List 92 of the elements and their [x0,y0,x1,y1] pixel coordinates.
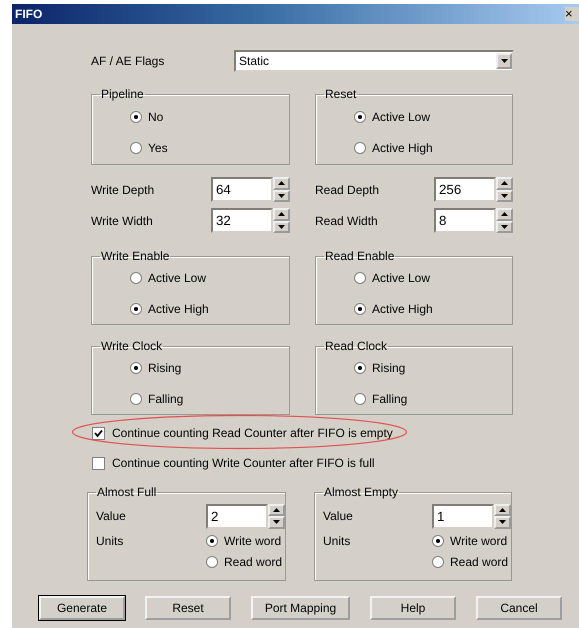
radio-label: Active High [372,302,433,316]
dropdown-arrow-icon [500,59,508,63]
dialog-button[interactable]: Help [370,596,456,620]
radio-label: Write word [224,534,282,548]
radio-button[interactable] [354,142,366,154]
spin-down-button[interactable] [268,516,285,529]
group-title: Write Clock [100,339,164,353]
group-title: Read Enable [324,249,396,263]
number-field[interactable]: 64 [211,177,273,202]
radio-button[interactable] [130,362,142,374]
radio-label: Yes [148,141,168,156]
radio-label: Read word [224,555,282,570]
radio-button[interactable] [130,110,142,123]
field-label: Value [323,509,354,524]
radio-button[interactable] [432,534,444,547]
radio-button[interactable] [354,362,366,374]
number-field[interactable]: 2 [206,504,268,529]
radio-button[interactable] [130,302,142,315]
spin-down-button[interactable] [496,190,513,202]
field-label: Read Width [315,214,379,228]
radio-label: Active High [372,141,433,156]
radio-label: No [148,110,164,124]
number-field[interactable]: 1 [432,504,494,529]
radio-button[interactable] [206,556,218,568]
spin-down-button[interactable] [494,516,511,529]
number-field[interactable]: 32 [211,208,273,233]
spin-up-button[interactable] [268,504,285,516]
field-label: Write Width [91,214,154,228]
radio-label: Active Low [372,271,430,286]
radio-label: Rising [148,361,182,376]
field-label: Value [96,509,127,524]
up-arrow-icon [501,181,508,186]
radio-label: Active Low [372,110,430,124]
spin-down-button[interactable] [273,190,290,202]
dialog-button[interactable]: Generate [39,596,125,620]
number-field[interactable]: 256 [434,177,496,202]
dropdown[interactable]: Static [234,50,514,72]
spin-up-button[interactable] [496,177,513,190]
field-label: Units [96,534,124,548]
radio-button[interactable] [354,392,366,405]
down-arrow-icon [278,194,285,198]
checkbox-label: Continue counting Write Counter after FIFO is full [112,456,375,470]
radio-label: Active Low [148,271,206,286]
spin-up-button[interactable] [273,208,290,220]
spin-up-button[interactable] [496,208,513,220]
down-arrow-icon [501,224,508,229]
number-field[interactable]: 8 [434,208,496,233]
radio-button[interactable] [354,110,366,123]
radio-label: Falling [372,392,408,406]
group-title: Write Enable [100,249,170,263]
radio-label: Active High [148,302,209,316]
up-arrow-icon [501,212,508,216]
radio-button[interactable] [432,556,444,568]
dialog-button[interactable]: Cancel [476,596,562,620]
down-arrow-icon [273,520,280,524]
radio-button[interactable] [130,392,142,405]
up-arrow-icon [278,181,285,186]
checkbox[interactable] [92,456,105,470]
spin-up-button[interactable] [273,177,290,190]
radio-label: Write word [450,534,508,548]
group-title: Read Clock [324,339,388,353]
group-title: Almost Full [96,485,158,499]
radio-button[interactable] [354,302,366,315]
checkbox-label: Continue counting Read Counter after FIFO is empty [112,426,393,440]
radio-button[interactable] [130,142,142,154]
radio-label: Falling [148,392,184,406]
window-title: FIFO [14,7,42,21]
down-arrow-icon [501,194,508,198]
down-arrow-icon [499,520,506,524]
group-title: Reset [324,87,358,101]
spin-up-button[interactable] [494,504,511,516]
up-arrow-icon [278,212,285,216]
group-title: Pipeline [100,87,145,101]
dialog-button[interactable]: Reset [145,596,231,620]
radio-label: Rising [372,361,406,376]
radio-button[interactable] [354,272,366,284]
spin-down-button[interactable] [273,220,290,233]
radio-button[interactable] [206,534,218,547]
group-title: Almost Empty [323,485,400,499]
radio-button[interactable] [130,272,142,284]
close-button[interactable]: × [565,7,579,21]
dialog-button[interactable]: Port Mapping [251,596,350,620]
field-label: Write Depth [91,182,156,196]
field-label: AF / AE Flags [91,54,166,68]
field-label: Units [323,534,352,548]
field-label: Read Depth [315,182,380,196]
up-arrow-icon [499,508,506,512]
up-arrow-icon [273,508,280,512]
radio-label: Read word [450,555,508,570]
checkbox[interactable] [92,426,105,440]
down-arrow-icon [278,224,285,229]
spin-down-button[interactable] [496,220,513,233]
